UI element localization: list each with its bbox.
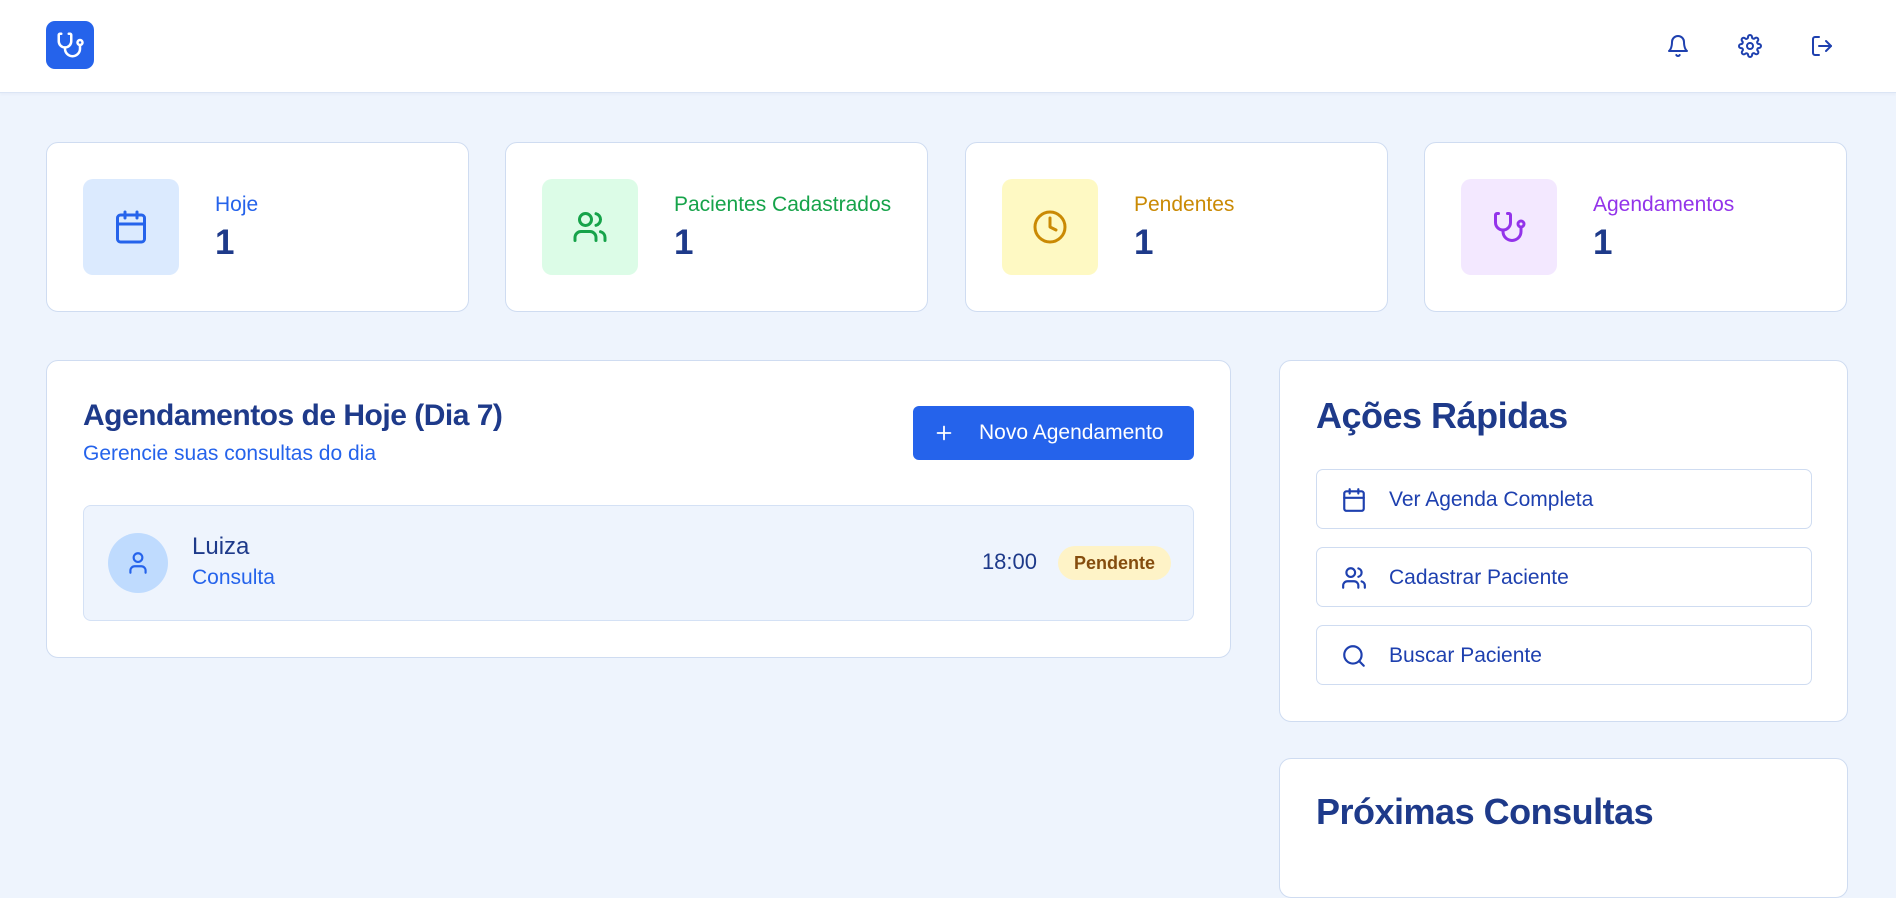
users-icon — [573, 212, 607, 242]
stat-label: Pacientes Cadastrados — [674, 193, 892, 216]
action-label: Cadastrar Paciente — [1389, 566, 1569, 589]
new-appointment-button[interactable]: Novo Agendamento — [913, 406, 1194, 460]
stat-label: Pendentes — [1134, 193, 1235, 216]
register-patient-button[interactable]: Cadastrar Paciente — [1316, 547, 1812, 607]
stat-icon-box — [1461, 179, 1557, 275]
appointment-time: 18:00 — [981, 549, 1037, 574]
status-badge: Pendente — [1057, 546, 1171, 580]
quick-actions-panel: Ações Rápidas Ver Agenda Completa Cadast… — [1279, 360, 1848, 722]
stat-label: Agendamentos — [1593, 193, 1735, 216]
gear-icon — [1738, 34, 1762, 58]
appointment-row[interactable]: Luiza Consulta 18:00 Pendente — [83, 505, 1194, 621]
appointment-type: Consulta — [192, 566, 275, 589]
calendar-icon — [1343, 488, 1365, 512]
search-patient-button[interactable]: Buscar Paciente — [1316, 625, 1812, 685]
new-appointment-label: Novo Agendamento — [979, 421, 1164, 444]
upcoming-consultations-panel: Próximas Consultas — [1279, 758, 1848, 898]
calendar-icon — [116, 210, 146, 244]
stethoscope-icon — [1494, 212, 1526, 242]
logout-button[interactable] — [1804, 28, 1840, 64]
avatar — [108, 533, 168, 593]
stat-card-appointments: Agendamentos 1 — [1424, 142, 1847, 312]
stethoscope-icon — [57, 32, 84, 58]
clock-icon — [1033, 210, 1067, 244]
stat-value: 1 — [1593, 223, 1613, 262]
stat-icon-box — [83, 179, 179, 275]
patient-name: Luiza — [192, 533, 250, 560]
action-label: Buscar Paciente — [1389, 644, 1542, 667]
stat-label: Hoje — [215, 193, 259, 216]
settings-button[interactable] — [1732, 28, 1768, 64]
stat-value: 1 — [215, 223, 235, 262]
appointments-subtitle: Gerencie suas consultas do dia — [83, 442, 377, 465]
upcoming-title: Próximas Consultas — [1316, 791, 1654, 832]
top-bar — [0, 0, 1896, 93]
plus-icon — [936, 425, 952, 441]
stat-icon-box — [542, 179, 638, 275]
logout-icon — [1812, 36, 1832, 56]
stat-card-patients: Pacientes Cadastrados 1 — [505, 142, 928, 312]
stat-card-pending: Pendentes 1 — [965, 142, 1388, 312]
stat-value: 1 — [1134, 223, 1154, 262]
app-logo[interactable] — [46, 21, 94, 69]
today-appointments-panel: Agendamentos de Hoje (Dia 7) Gerencie su… — [46, 360, 1231, 658]
user-icon — [129, 552, 147, 574]
search-icon — [1343, 645, 1365, 667]
quick-actions-title: Ações Rápidas — [1316, 395, 1568, 436]
users-icon — [1342, 567, 1366, 589]
appointments-title: Agendamentos de Hoje (Dia 7) — [83, 399, 503, 432]
notifications-button[interactable] — [1660, 28, 1696, 64]
stat-value: 1 — [674, 223, 694, 262]
stat-card-today: Hoje 1 — [46, 142, 469, 312]
action-label: Ver Agenda Completa — [1389, 488, 1594, 511]
view-full-schedule-button[interactable]: Ver Agenda Completa — [1316, 469, 1812, 529]
stat-icon-box — [1002, 179, 1098, 275]
bell-icon — [1668, 35, 1688, 57]
